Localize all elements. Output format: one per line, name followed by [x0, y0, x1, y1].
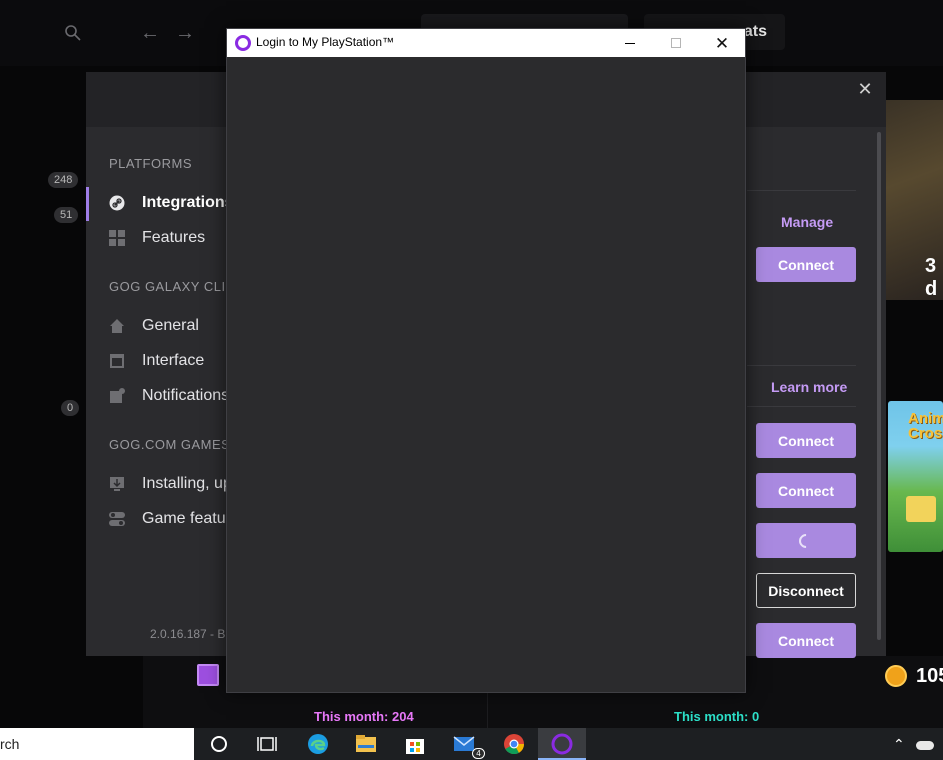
- minimize-icon: [625, 42, 635, 44]
- nav-item-installing[interactable]: Installing, up: [109, 472, 232, 496]
- connect-button[interactable]: Connect: [756, 473, 856, 508]
- stats-label: ats: [743, 23, 767, 40]
- gog-galaxy-taskbar-icon[interactable]: [550, 732, 574, 756]
- notification-icon: [110, 388, 125, 403]
- coin-value: 105: [916, 665, 943, 687]
- store-icon[interactable]: [403, 732, 427, 756]
- button-label: Connect: [778, 256, 834, 273]
- connect-button[interactable]: Connect: [756, 623, 856, 658]
- task-view-icon[interactable]: [255, 732, 279, 756]
- file-explorer-icon[interactable]: [354, 732, 378, 756]
- onedrive-cloud-icon[interactable]: [916, 741, 934, 750]
- row-divider: [747, 406, 856, 407]
- version-text: 2.0.16.187 - B: [150, 627, 226, 641]
- close-window-button[interactable]: ✕: [699, 29, 745, 57]
- cover-house-shape: [906, 496, 936, 522]
- disconnect-button[interactable]: Disconnect: [756, 573, 856, 608]
- learn-more-link[interactable]: Learn more: [771, 379, 847, 395]
- button-label: Connect: [778, 632, 834, 649]
- chrome-icon[interactable]: [502, 732, 526, 756]
- connect-button[interactable]: Connect: [756, 247, 856, 282]
- manage-link[interactable]: Manage: [781, 214, 833, 230]
- chevron-up-icon[interactable]: ⌃: [893, 736, 905, 753]
- login-titlebar[interactable]: Login to My PlayStation™ ✕: [227, 29, 745, 57]
- nav-label: Integrations: [142, 194, 234, 211]
- cortana-icon[interactable]: [207, 732, 231, 756]
- settings-scrollbar[interactable]: [877, 132, 881, 640]
- nav-item-features[interactable]: Features: [109, 226, 205, 250]
- month-stat-left: This month: 204: [314, 709, 414, 724]
- link-icon: [109, 195, 125, 211]
- nav-item-general[interactable]: General: [109, 314, 199, 338]
- library-counter: 248: [48, 172, 79, 188]
- nav-item-interface[interactable]: Interface: [109, 349, 204, 373]
- game-cover-animal-crossing[interactable]: Anim Cross: [888, 401, 943, 552]
- featured-card-text: 3 d: [925, 255, 938, 300]
- loading-spinner-icon: [796, 530, 816, 551]
- search-icon[interactable]: [64, 24, 82, 42]
- close-icon: ✕: [714, 33, 730, 53]
- edge-browser-icon[interactable]: [306, 732, 330, 756]
- gog-galaxy-icon: [235, 35, 251, 51]
- nav-label: General: [142, 317, 199, 334]
- login-window-title: Login to My PlayStation™: [256, 35, 395, 49]
- game-cover-title: Anim Cross: [908, 410, 943, 442]
- nav-item-game-features[interactable]: Game featur: [109, 507, 231, 531]
- window-icon: [110, 354, 124, 368]
- row-divider: [747, 190, 856, 191]
- section-heading-platforms: PLATFORMS: [109, 156, 192, 171]
- taskbar-search-text: rch: [0, 736, 20, 752]
- clock-coin-icon: [885, 665, 907, 687]
- home-icon: [110, 319, 124, 333]
- download-monitor-icon: [110, 477, 124, 491]
- library-counter: 0: [61, 400, 80, 416]
- taskbar-search-box[interactable]: rch: [0, 728, 194, 760]
- nav-label: Installing, up: [142, 475, 232, 492]
- button-label: Connect: [778, 482, 834, 499]
- nav-item-integrations[interactable]: Integrations: [109, 191, 234, 215]
- windows-taskbar: rch 4 ⌃: [0, 728, 943, 760]
- toggle-icon: [109, 512, 125, 526]
- month-stat-right: This month: 0: [674, 709, 760, 724]
- library-counter: 51: [54, 207, 79, 223]
- grid-icon: [109, 230, 125, 246]
- purple-square-icon: [197, 664, 219, 686]
- row-divider: [747, 365, 856, 366]
- connecting-button[interactable]: [756, 523, 856, 558]
- playstation-login-window: Login to My PlayStation™ ✕: [226, 28, 746, 693]
- maximize-icon: [671, 38, 681, 48]
- close-icon[interactable]: ✕: [856, 80, 874, 98]
- button-label: Connect: [778, 432, 834, 449]
- button-label: Disconnect: [768, 582, 844, 599]
- maximize-button[interactable]: [653, 29, 699, 57]
- nav-label: Interface: [142, 352, 205, 369]
- mail-badge: 4: [472, 748, 485, 759]
- section-heading-client: GOG GALAXY CLIEN: [109, 279, 245, 294]
- nav-label: Notifications: [142, 387, 230, 404]
- nav-label: Game featur: [142, 510, 231, 527]
- active-indicator: [86, 187, 89, 221]
- connect-button[interactable]: Connect: [756, 423, 856, 458]
- forward-arrow-icon[interactable]: →: [174, 22, 196, 44]
- section-heading-games: GOG.COM GAMES: [109, 437, 231, 452]
- nav-label: Features: [142, 229, 206, 246]
- nav-item-notifications[interactable]: Notifications: [109, 384, 229, 408]
- back-arrow-icon[interactable]: ←: [139, 22, 161, 44]
- minimize-button[interactable]: [607, 29, 653, 57]
